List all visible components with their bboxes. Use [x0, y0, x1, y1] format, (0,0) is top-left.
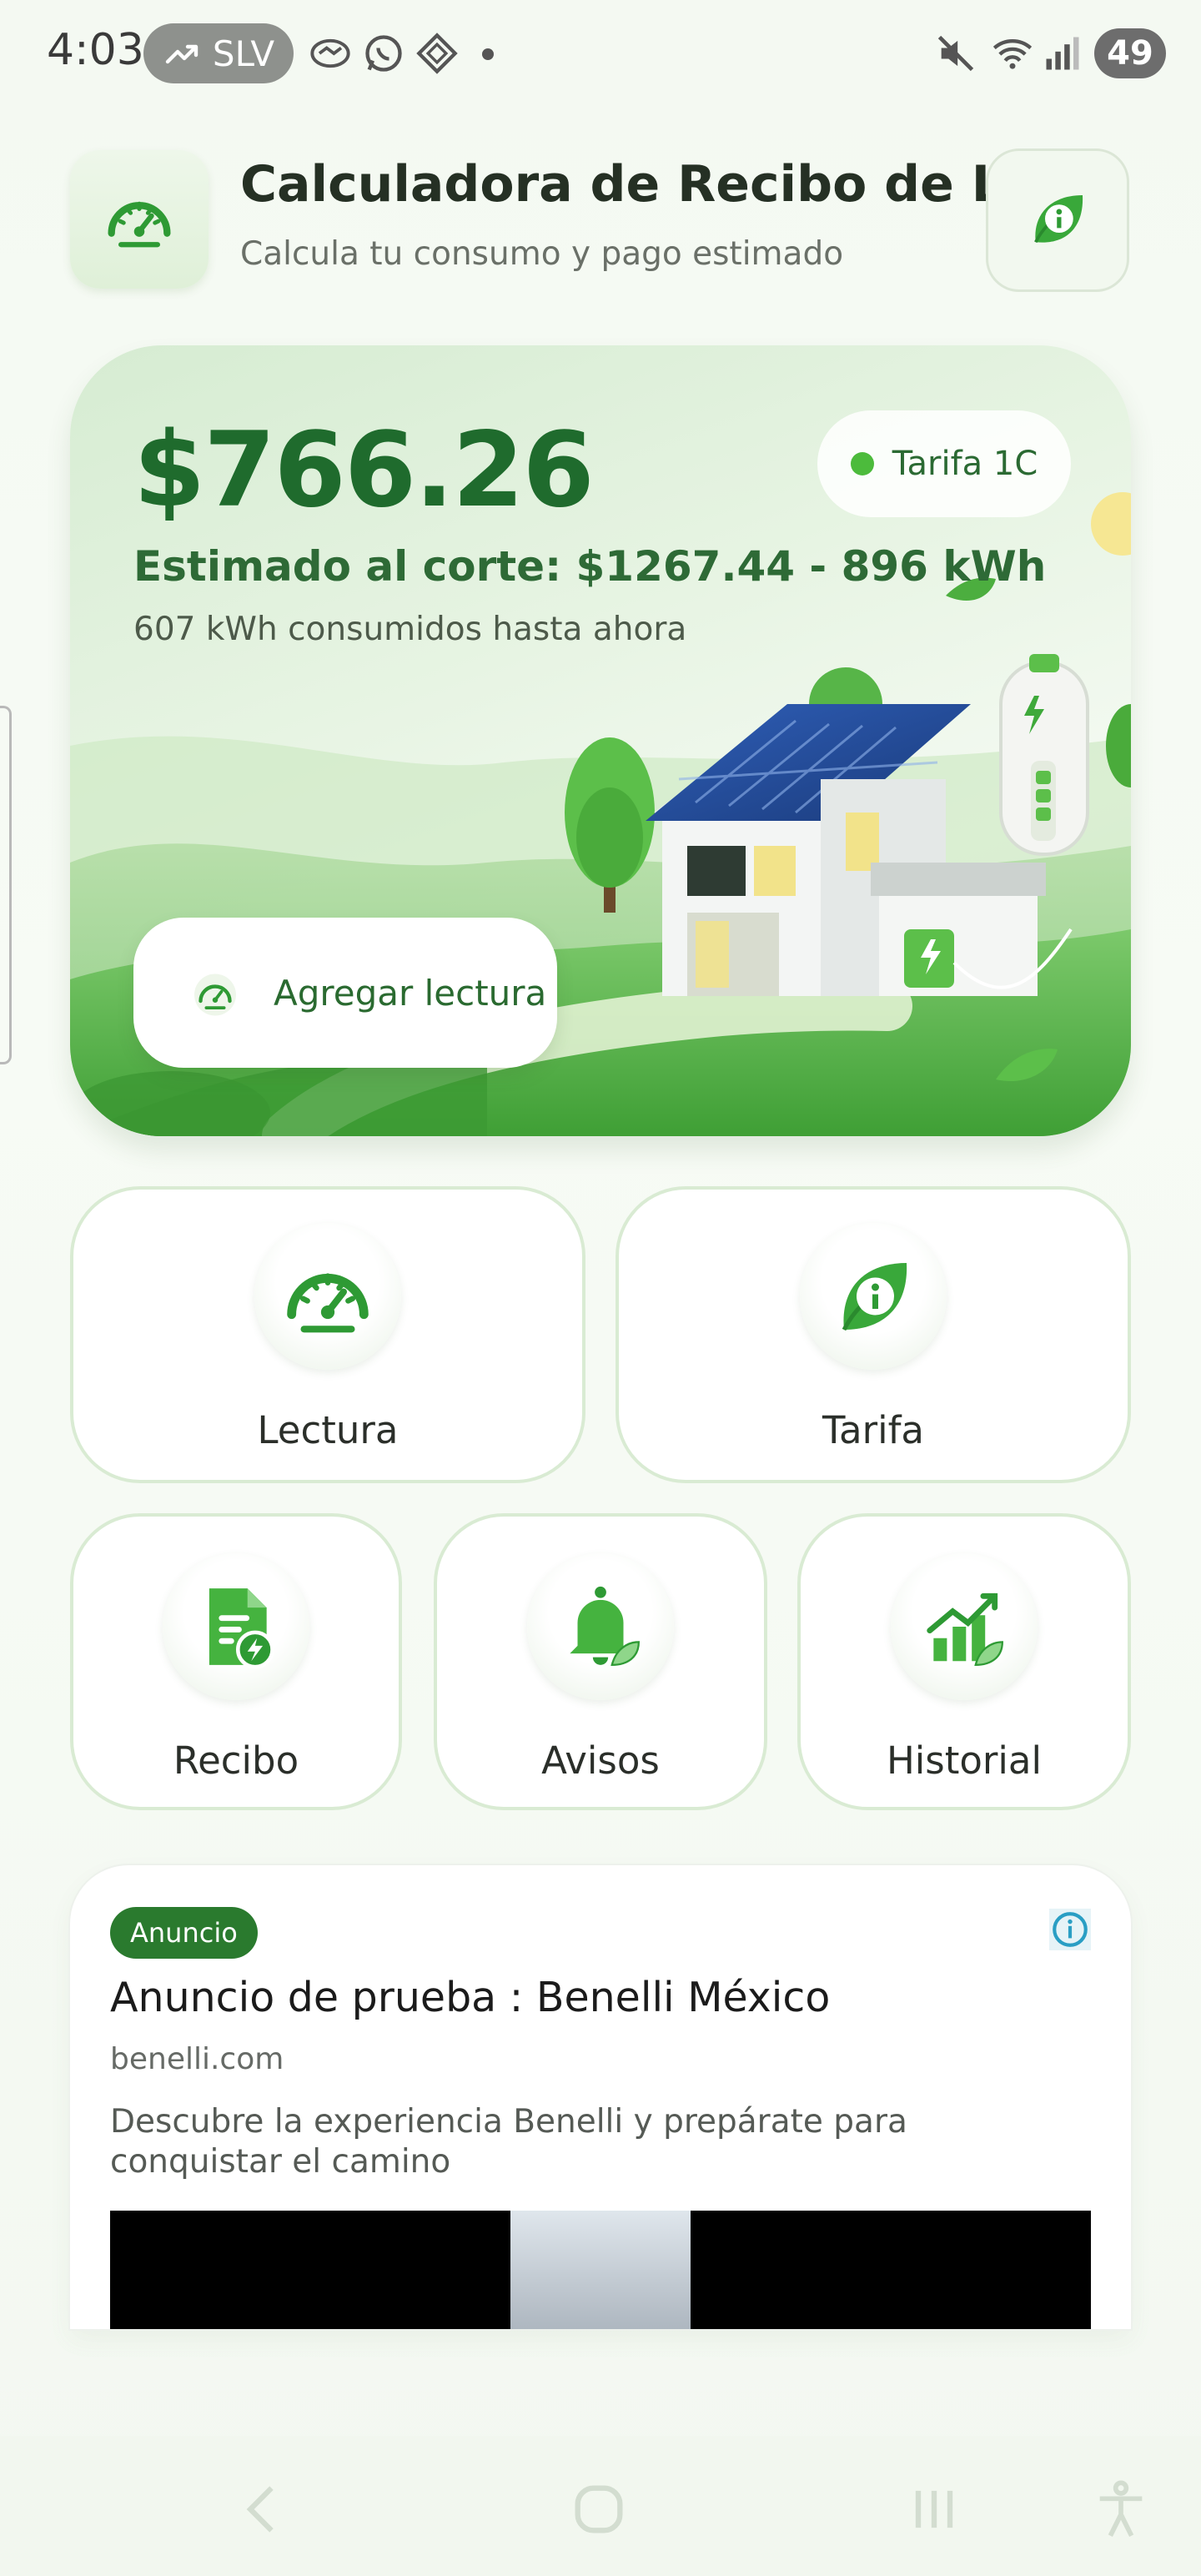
signal-icon [1046, 37, 1079, 70]
app-logo [70, 150, 209, 289]
whatsapp-icon [365, 35, 402, 72]
receipt-card[interactable]: Recibo [70, 1513, 402, 1810]
ad-badge: Anuncio [110, 1907, 258, 1959]
ad-title[interactable]: Anuncio de prueba : Benelli México [110, 1974, 830, 2021]
status-time: 4:03 [47, 25, 144, 75]
home-icon[interactable] [567, 2478, 631, 2541]
leaf-info-icon [1034, 195, 1083, 244]
document-bolt-icon [209, 1588, 274, 1669]
receipt-icon-circle [163, 1553, 309, 1700]
info-button[interactable] [986, 148, 1129, 292]
ad-media[interactable] [110, 2211, 1091, 2329]
ad-domain: benelli.com [110, 2042, 284, 2076]
tariff-label: Tarifa 1C [892, 445, 1038, 483]
add-reading-label: Agregar lectura [274, 972, 547, 1014]
estimate-text: Estimado al corte: $1267.44 - 896 kWh [133, 542, 1047, 591]
notification-dot [482, 48, 494, 60]
history-icon-circle [891, 1553, 1038, 1700]
reading-card[interactable]: Lectura [70, 1186, 585, 1483]
ad-info-icon[interactable] [1049, 1909, 1091, 1950]
status-dot [850, 452, 874, 475]
diamond-app-icon [416, 33, 458, 74]
recents-icon[interactable] [902, 2478, 966, 2541]
tariff-badge[interactable]: Tarifa 1C [817, 410, 1071, 517]
summary-card: $766.26 Estimado al corte: $1267.44 - 89… [70, 345, 1131, 1136]
growth-chart-icon [927, 1592, 1003, 1666]
trend-up-icon [165, 44, 198, 64]
navigation-bar [0, 2436, 1201, 2576]
leaf-info-icon [842, 1263, 907, 1331]
history-label: Historial [886, 1738, 1043, 1783]
battery-indicator: 49 [1094, 28, 1166, 78]
stock-ticker-pill[interactable]: SLV [143, 23, 294, 83]
ad-banner[interactable]: Anuncio Anuncio de prueba : Benelli Méxi… [70, 1865, 1131, 2329]
handshake-icon [310, 38, 350, 68]
app-subtitle: Calcula tu consumo y pago estimado [240, 235, 844, 273]
accessibility-icon[interactable] [1089, 2478, 1153, 2541]
app-title: Calculadora de Recibo de Luz [240, 155, 1068, 214]
add-reading-button[interactable]: Agregar lectura [133, 918, 557, 1068]
alerts-icon-circle [527, 1553, 674, 1700]
receipt-label: Recibo [173, 1738, 299, 1783]
back-icon[interactable] [232, 2478, 295, 2541]
status-bar: 4:03 SLV 49 [0, 0, 1201, 108]
speedometer-icon [287, 1273, 369, 1333]
alerts-card[interactable]: Avisos [434, 1513, 767, 1810]
speedometer-icon [108, 201, 171, 248]
history-card[interactable]: Historial [797, 1513, 1131, 1810]
mute-icon [937, 35, 974, 72]
tariff-label: Tarifa [822, 1408, 925, 1452]
alerts-label: Avisos [541, 1738, 660, 1783]
tariff-icon-circle [800, 1223, 947, 1370]
wifi-icon [992, 39, 1033, 69]
speedometer-icon [194, 974, 236, 1016]
bell-icon [570, 1586, 640, 1666]
reading-icon-circle [254, 1223, 401, 1370]
ad-description: Descubre la experiencia Benelli y prepár… [110, 2103, 907, 2181]
current-amount: $766.26 [133, 410, 595, 531]
consumed-text: 607 kWh consumidos hasta ahora [133, 611, 687, 648]
ticker-label: SLV [212, 33, 275, 74]
ad-photo [510, 2211, 691, 2329]
edge-panel-handle[interactable] [0, 706, 12, 1064]
reading-label: Lectura [257, 1408, 399, 1452]
tariff-card[interactable]: Tarifa [616, 1186, 1131, 1483]
